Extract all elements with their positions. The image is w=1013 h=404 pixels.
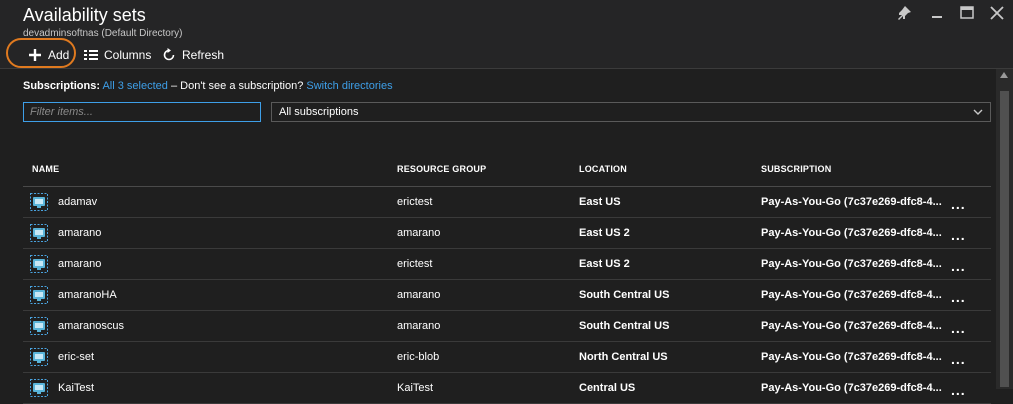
table-row[interactable]: amarano amarano East US 2 Pay-As-You-Go (7c… (23, 218, 991, 249)
subscription-select-value: All subscriptions (279, 106, 359, 118)
cell-resource-group: erictest (397, 258, 433, 270)
subscriptions-prompt: – Don't see a subscription? (170, 80, 304, 92)
cell-location: East US 2 (579, 258, 630, 270)
blade-header: Availability sets devadminsoftnas (Defau… (0, 0, 1013, 70)
cell-resource-group: erictest (397, 196, 433, 208)
subscriptions-line: Subscriptions: All 3 selected – Don't se… (23, 80, 393, 92)
add-button[interactable]: Add (28, 45, 69, 65)
page-title: Availability sets (23, 5, 146, 25)
row-more-options-button[interactable]: ... (951, 320, 966, 336)
subscriptions-selected-link[interactable]: All 3 selected (102, 80, 167, 92)
row-more-options-button[interactable]: ... (951, 196, 966, 212)
row-more-options-button[interactable]: ... (951, 351, 966, 367)
refresh-button[interactable]: Refresh (162, 45, 224, 65)
cell-subscription: Pay-As-You-Go (7c37e269-dfc8-4... (761, 258, 942, 270)
availability-set-icon (30, 379, 48, 397)
cell-name: amaranoHA (58, 289, 117, 301)
cell-location: Central US (579, 382, 636, 394)
row-more-options-button[interactable]: ... (951, 258, 966, 274)
subscription-select[interactable]: All subscriptions (271, 102, 991, 122)
cell-resource-group: amarano (397, 289, 441, 301)
cell-subscription: Pay-As-You-Go (7c37e269-dfc8-4... (761, 382, 942, 394)
pin-icon[interactable] (895, 4, 915, 24)
cell-subscription: Pay-As-You-Go (7c37e269-dfc8-4... (761, 196, 942, 208)
availability-set-icon (30, 193, 48, 211)
table-row[interactable]: eric-set eric-blob North Central US Pay-As-… (23, 342, 991, 373)
chevron-down-icon (972, 106, 984, 121)
cell-name: amaranoscus (58, 320, 125, 332)
availability-set-icon (30, 255, 48, 273)
row-more-options-button[interactable]: ... (951, 227, 966, 243)
cell-subscription: Pay-As-You-Go (7c37e269-dfc8-4... (761, 320, 942, 332)
cell-name: adamav (58, 196, 98, 208)
cell-location: East US 2 (579, 227, 630, 239)
subscriptions-label: Subscriptions: (23, 80, 101, 92)
columns-button[interactable]: Columns (84, 45, 151, 65)
columns-icon (84, 50, 98, 60)
add-button-label: Add (48, 48, 70, 62)
availability-set-icon (30, 224, 48, 242)
table-row[interactable]: amarano erictest East US 2 Pay-As-You-Go (7… (23, 249, 991, 280)
columns-button-label: Columns (104, 48, 152, 62)
cell-resource-group: KaiTest (397, 382, 434, 394)
cell-subscription: Pay-As-You-Go (7c37e269-dfc8-4... (761, 227, 942, 239)
cell-location: South Central US (579, 289, 670, 301)
column-header-resource-group[interactable]: RESOURCE GROUP (397, 164, 486, 174)
cell-subscription: Pay-As-You-Go (7c37e269-dfc8-4... (761, 289, 942, 301)
cell-location: North Central US (579, 351, 668, 363)
refresh-button-label: Refresh (182, 48, 225, 62)
cell-resource-group: amarano (397, 320, 441, 332)
maximize-icon[interactable] (958, 4, 978, 24)
cell-subscription: Pay-As-You-Go (7c37e269-dfc8-4... (761, 351, 942, 363)
availability-set-icon (30, 286, 48, 304)
cell-location: East US (579, 196, 621, 208)
cell-name: eric-set (58, 351, 95, 363)
cell-name: amarano (58, 258, 102, 270)
close-icon[interactable] (988, 4, 1008, 24)
vertical-scrollbar[interactable] (996, 69, 1013, 389)
switch-directories-link[interactable]: Switch directories (306, 80, 392, 92)
availability-set-icon (30, 317, 48, 335)
table-row[interactable]: adamav erictest East US Pay-As-You-Go (7c37… (23, 187, 991, 218)
filter-input[interactable] (23, 102, 261, 122)
column-header-location[interactable]: LOCATION (579, 164, 627, 174)
cell-name: amarano (58, 227, 102, 239)
plus-icon (29, 49, 41, 61)
scroll-up-arrow-icon[interactable] (1000, 72, 1008, 78)
minimize-icon[interactable] (928, 4, 948, 24)
refresh-icon (163, 48, 175, 61)
table-row[interactable]: amaranoHA amarano South Central US Pay-As-Y… (23, 280, 991, 311)
availability-set-icon (30, 348, 48, 366)
column-header-subscription[interactable]: SUBSCRIPTION (761, 164, 831, 174)
scroll-thumb[interactable] (1000, 91, 1009, 387)
cell-location: South Central US (579, 320, 670, 332)
cell-resource-group: amarano (397, 227, 441, 239)
row-more-options-button[interactable]: ... (951, 382, 966, 398)
table-row[interactable]: amaranoscus amarano South Central US Pay-As… (23, 311, 991, 342)
column-header-name[interactable]: NAME (32, 164, 59, 174)
cell-resource-group: eric-blob (397, 351, 440, 363)
cell-name: KaiTest (58, 382, 95, 394)
row-more-options-button[interactable]: ... (951, 289, 966, 305)
